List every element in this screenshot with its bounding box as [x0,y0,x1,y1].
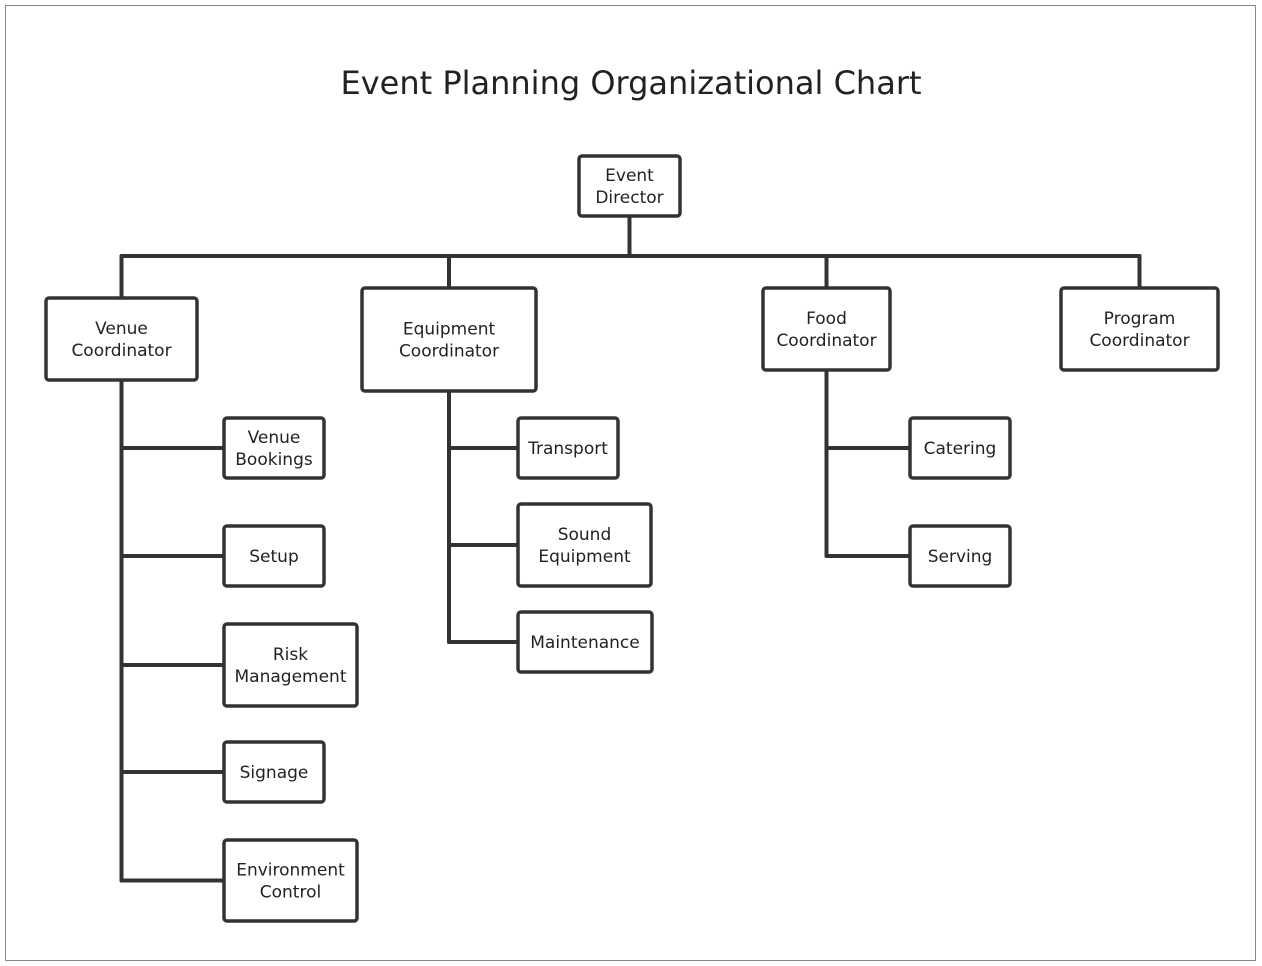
node-environment-control[interactable]: EnvironmentControl [222,838,359,923]
edge-bus [119,254,1142,300]
node-serving[interactable]: Serving [908,524,1012,588]
node-label: Director [595,188,663,208]
node-program-coordinator[interactable]: ProgramCoordinator [1059,286,1220,372]
node-box [516,502,653,588]
node-catering[interactable]: Catering [908,416,1012,480]
node-label: Setup [249,547,298,567]
node-box [222,622,359,708]
node-risk-management[interactable]: RiskManagement [222,622,359,708]
node-label: Control [260,883,321,903]
node-label: Signage [240,763,309,783]
node-label: Catering [924,439,997,459]
node-venue-bookings[interactable]: VenueBookings [222,416,326,480]
node-label: Coordinator [399,342,499,362]
node-label: Equipment [403,320,496,340]
node-event-director[interactable]: EventDirector [577,154,682,218]
node-label: Coordinator [71,341,171,361]
node-maintenance[interactable]: Maintenance [516,610,654,674]
node-label: Program [1104,309,1176,329]
node-food-coordinator[interactable]: FoodCoordinator [761,286,892,372]
node-label: Serving [928,547,993,567]
node-box [222,838,359,923]
node-label: Sound [558,525,612,545]
node-label: Transport [527,439,608,459]
node-label: Venue [95,319,148,339]
node-box [44,296,199,382]
node-box [1059,286,1220,372]
node-label: Venue [248,428,301,448]
node-label: Environment [236,861,345,881]
node-label: Equipment [538,547,631,567]
node-label: Bookings [235,450,313,470]
node-label: Maintenance [530,633,639,653]
node-label: Food [806,309,847,329]
node-sound-equipment[interactable]: SoundEquipment [516,502,653,588]
node-transport[interactable]: Transport [516,416,620,480]
org-chart: EventDirectorVenueCoordinatorVenueBookin… [44,154,1220,923]
node-label: Coordinator [776,331,876,351]
node-venue-coordinator[interactable]: VenueCoordinator [44,296,199,382]
node-box [360,286,538,393]
node-label: Event [605,166,654,186]
node-label: Management [235,667,347,687]
node-equipment-coordinator[interactable]: EquipmentCoordinator [360,286,538,393]
node-box [761,286,892,372]
node-setup[interactable]: Setup [222,524,326,588]
node-label: Risk [273,645,308,665]
node-label: Coordinator [1089,331,1189,351]
node-signage[interactable]: Signage [222,740,326,804]
